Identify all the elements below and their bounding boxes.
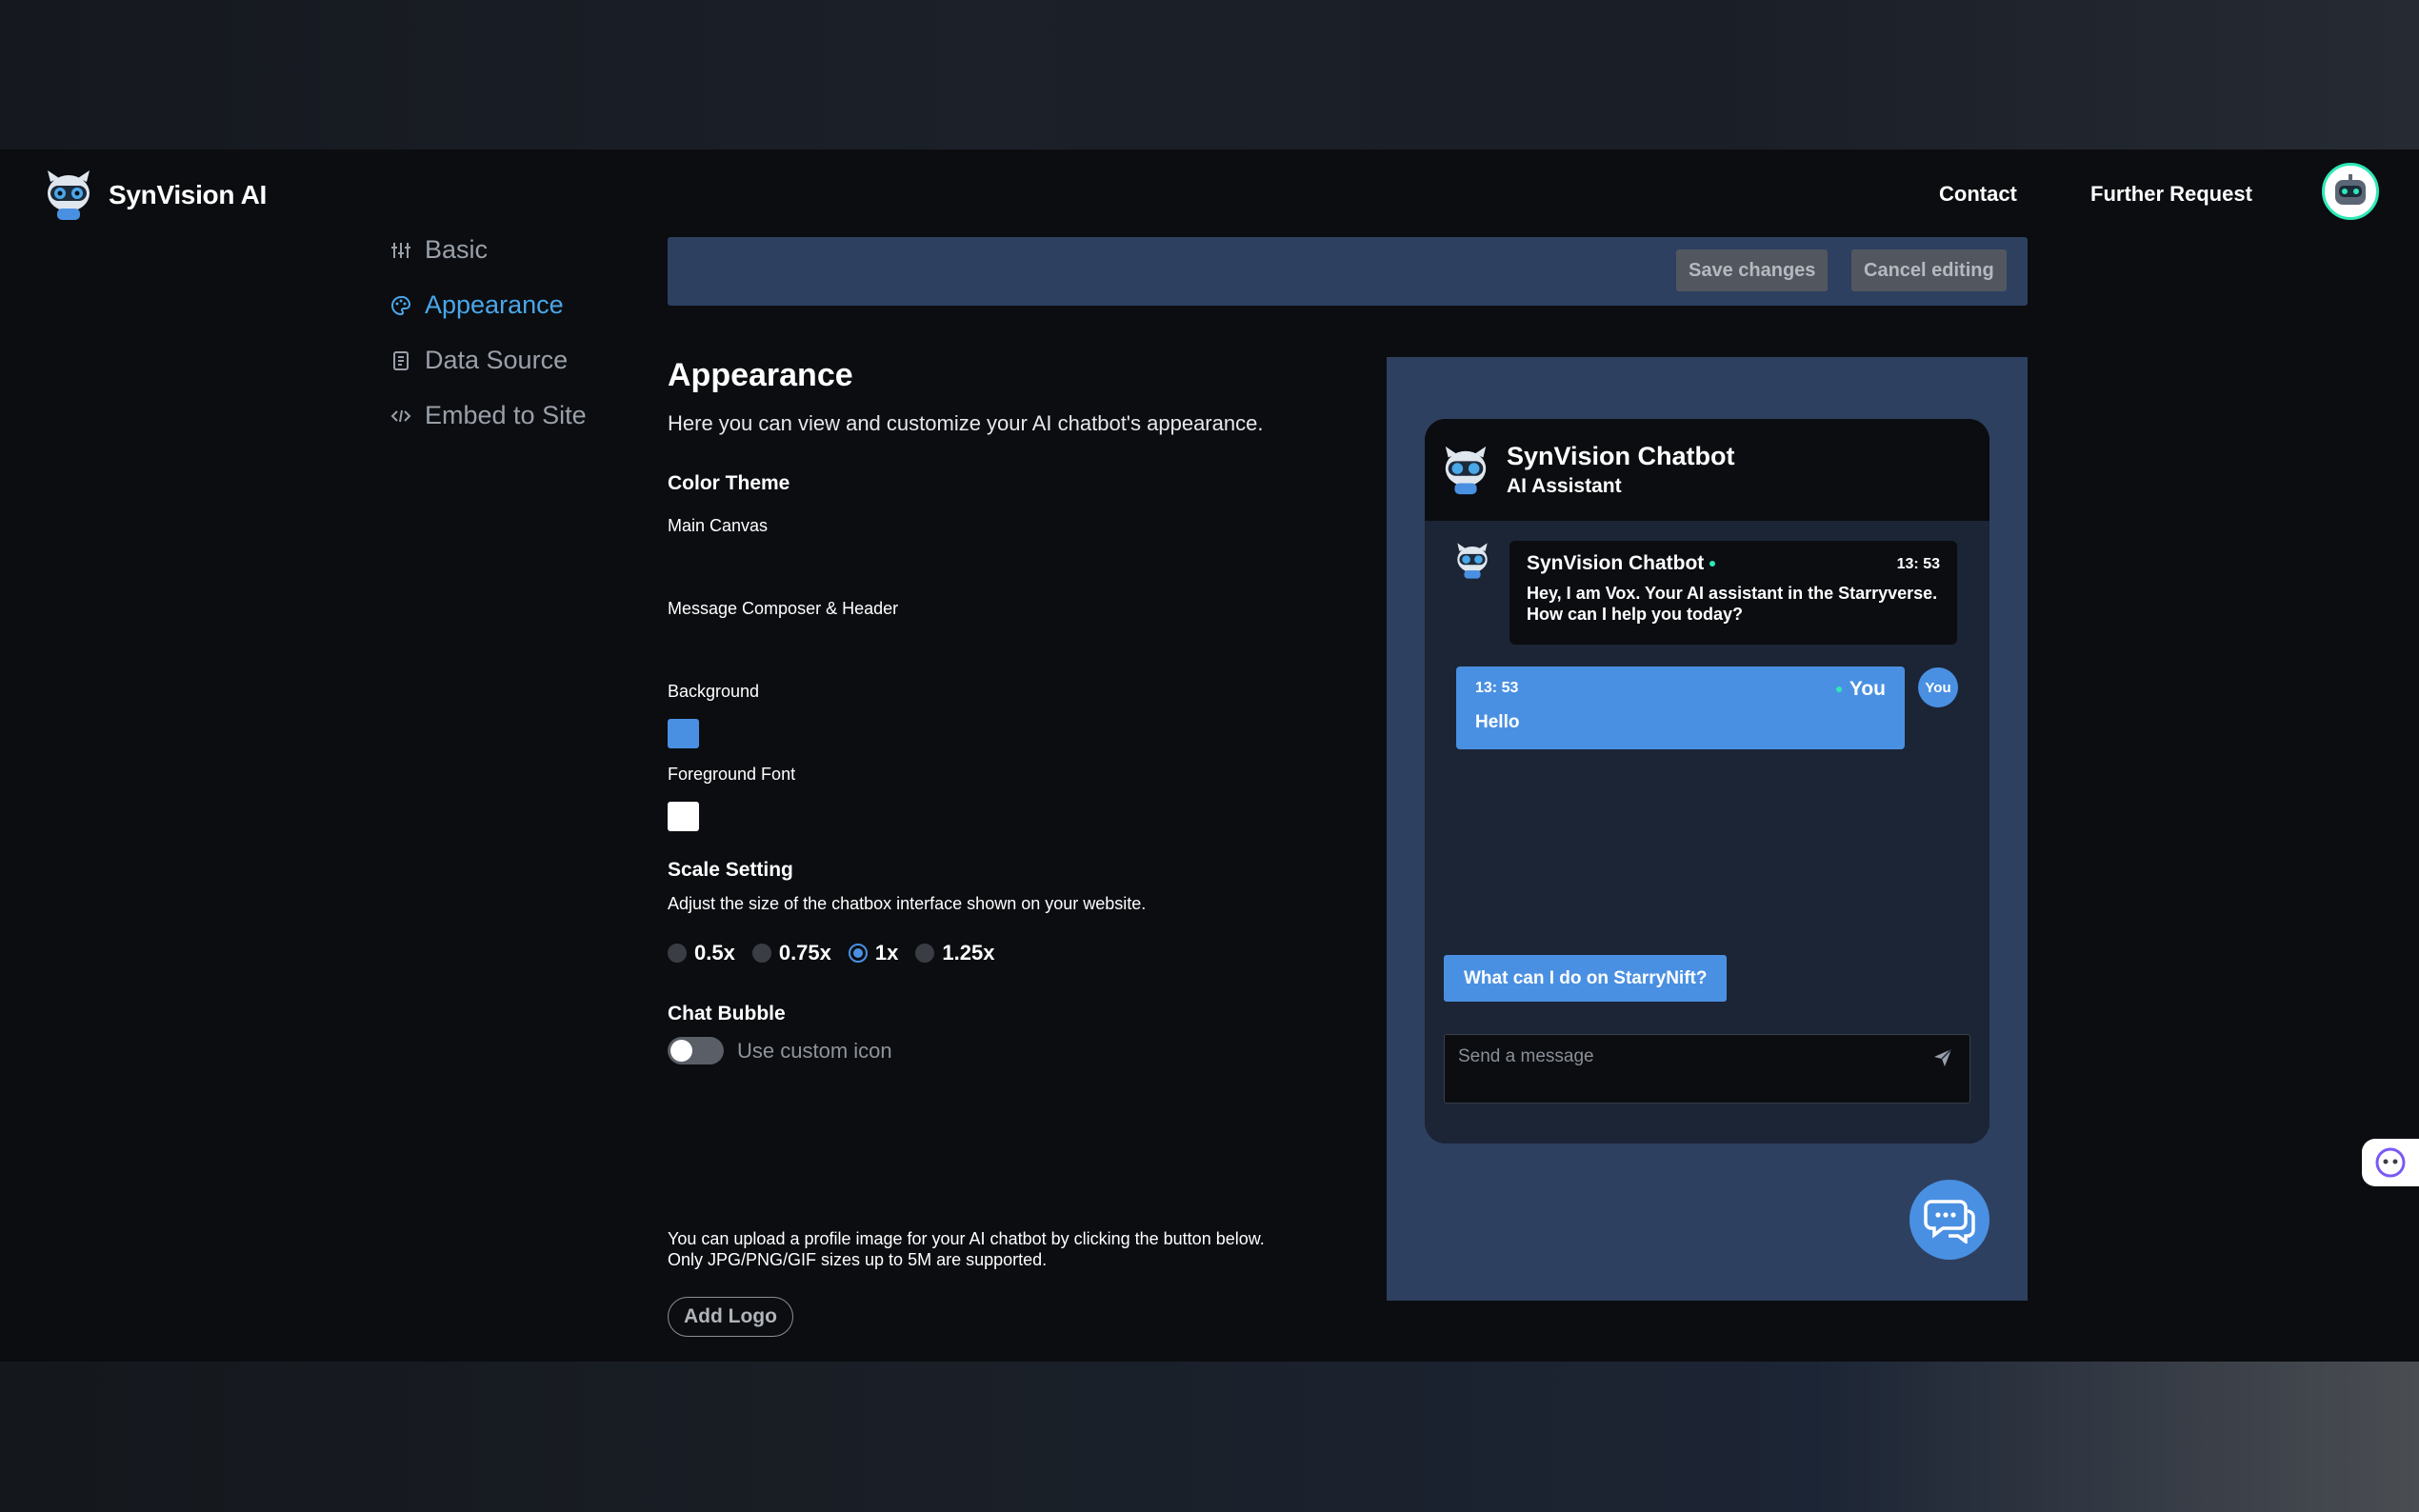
message-composer (1444, 1034, 1970, 1104)
main-canvas-label: Main Canvas (668, 516, 769, 535)
chat-header: SynVision Chatbot AI Assistant (1425, 419, 1989, 521)
backdrop-top (0, 0, 2419, 149)
scale-radio-0-5x[interactable]: 0.5x (668, 941, 735, 965)
chat-body: SynVision Chatbot 13: 53 Hey, I am Vox. … (1425, 521, 1989, 1144)
cancel-button[interactable]: Cancel editing (1851, 249, 2007, 291)
message-input[interactable] (1458, 1046, 1915, 1067)
brand[interactable]: SynVision AI (42, 169, 267, 222)
bot-message-time: 13: 53 (1896, 556, 1940, 572)
nav-further-request[interactable]: Further Request (2090, 182, 2252, 207)
document-icon (393, 350, 409, 370)
user-message-time: 13: 53 (1475, 680, 1519, 696)
upload-description: You can upload a profile image for your … (668, 1228, 1265, 1270)
page-description: Here you can view and customize your AI … (668, 411, 1264, 435)
chat-bubble-icon (1924, 1200, 1975, 1243)
scale-radio-0-75x[interactable]: 0.75x (751, 941, 831, 965)
bot-avatar-icon (1457, 543, 1488, 579)
sidebar-item-label: Basic (425, 235, 489, 264)
background-color-swatch[interactable] (668, 719, 699, 748)
scale-setting-heading: Scale Setting (668, 859, 793, 881)
robot-avatar-icon (2335, 174, 2366, 205)
app-window: SynVision AI Contact Further Request Bas… (0, 149, 2419, 1362)
bot-message-text: Hey, I am Vox. Your AI assistant in the … (1527, 584, 1938, 624)
radio-label: 1.25x (942, 941, 995, 965)
background-label: Background (668, 682, 760, 701)
user-message: 13: 53 You Hello (1456, 666, 1905, 749)
foreground-color-swatch[interactable] (668, 802, 699, 831)
edit-toolbar: Save changes Cancel editing (668, 237, 2028, 306)
sidebar-item-label: Appearance (425, 290, 564, 319)
user-avatar-badge: You (1918, 667, 1958, 707)
sidebar-item-basic[interactable]: Basic (390, 235, 488, 265)
composer-header-label: Message Composer & Header (668, 599, 899, 618)
sidebar-item-label: Data Source (425, 346, 569, 374)
radio-label: 1x (874, 941, 899, 965)
bot-message-sender: SynVision Chatbot (1527, 552, 1705, 574)
custom-icon-toggle-label: Use custom icon (737, 1038, 892, 1063)
sidebar-item-appearance[interactable]: Appearance (390, 290, 564, 320)
user-message-header: You (1835, 678, 1886, 701)
chat-header-title: SynVision Chatbot (1507, 442, 1735, 470)
radio-circle (668, 944, 687, 963)
toggle-knob (670, 1040, 692, 1062)
robot-logo-icon (48, 170, 90, 220)
chat-bubble-heading: Chat Bubble (668, 1003, 786, 1025)
chat-header-subtitle: AI Assistant (1507, 475, 1622, 497)
scale-setting-description: Adjust the size of the chatbox interface… (668, 894, 1147, 913)
assistant-face-icon (2375, 1147, 2406, 1178)
add-logo-button[interactable]: Add Logo (668, 1297, 793, 1337)
user-message-sender: You (1849, 678, 1886, 700)
user-message-text: Hello (1475, 712, 1520, 732)
floating-assistant-widget[interactable] (2362, 1139, 2419, 1186)
radio-circle-selected (848, 944, 868, 963)
chatbox-preview: SynVision Chatbot AI Assistant SynVision (1425, 419, 1989, 1144)
robot-logo-icon (1445, 446, 1487, 494)
online-status-dot (1709, 561, 1716, 567)
bot-message-header: SynVision Chatbot (1527, 552, 1940, 575)
custom-icon-toggle-row: Use custom icon (668, 1037, 892, 1064)
sidebar-item-data-source[interactable]: Data Source (390, 346, 568, 375)
upload-description-line: You can upload a profile image for your … (668, 1229, 1265, 1248)
user-avatar[interactable] (2322, 163, 2379, 220)
sliders-icon (391, 242, 410, 258)
upload-description-line: Only JPG/PNG/GIF sizes up to 5M are supp… (668, 1250, 1048, 1269)
scale-radio-1-25x[interactable]: 1.25x (915, 941, 994, 965)
nav-contact[interactable]: Contact (1939, 182, 2017, 207)
foreground-font-label: Foreground Font (668, 765, 796, 784)
palette-icon (391, 295, 411, 315)
custom-icon-toggle[interactable] (668, 1037, 724, 1064)
color-theme-heading: Color Theme (668, 472, 790, 494)
chat-bubble-launcher[interactable] (1909, 1180, 1989, 1260)
online-status-dot (1835, 686, 1842, 692)
backdrop-bottom (0, 1362, 2419, 1512)
chatbot-preview-panel: SynVision Chatbot AI Assistant SynVision (1387, 357, 2028, 1301)
chat-header-text: SynVision Chatbot AI Assistant (1507, 442, 1735, 498)
radio-label: 0.5x (694, 941, 735, 965)
radio-label: 0.75x (778, 941, 831, 965)
scale-radio-group: 0.5x 0.75x 1x 1.25x (668, 941, 994, 965)
sidebar-item-embed[interactable]: Embed to Site (390, 401, 587, 430)
scale-radio-1x[interactable]: 1x (848, 941, 899, 965)
radio-circle (915, 944, 935, 963)
bot-message: SynVision Chatbot 13: 53 Hey, I am Vox. … (1509, 541, 1957, 645)
radio-circle (751, 944, 771, 963)
send-icon[interactable] (1931, 1046, 1954, 1069)
page-title: Appearance (668, 357, 853, 393)
save-button[interactable]: Save changes (1676, 249, 1829, 291)
code-icon (390, 409, 411, 422)
sidebar-item-label: Embed to Site (425, 401, 587, 429)
brand-name: SynVision AI (109, 180, 267, 209)
suggested-question-button[interactable]: What can I do on StarryNift? (1444, 955, 1728, 1002)
